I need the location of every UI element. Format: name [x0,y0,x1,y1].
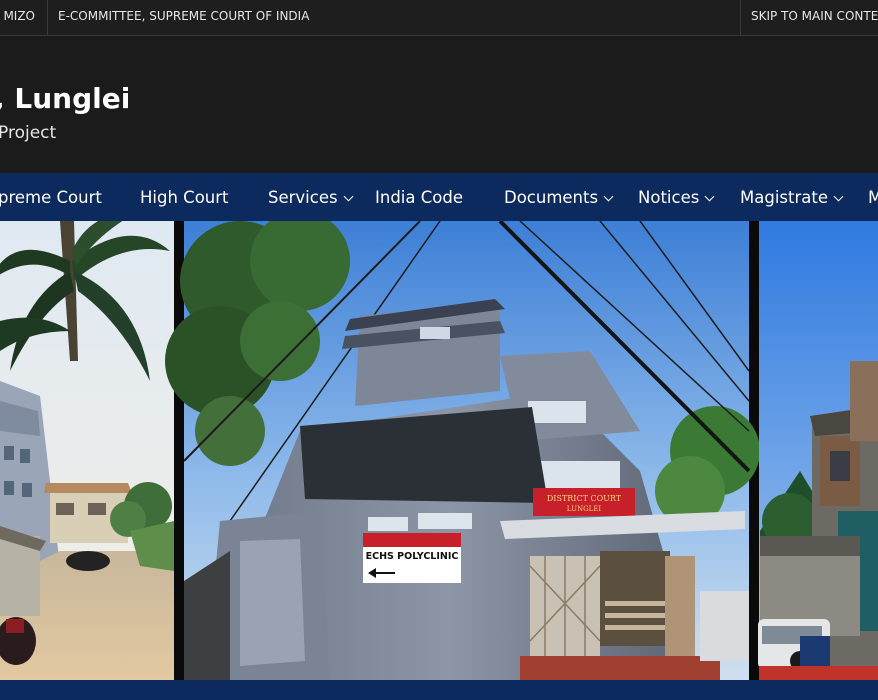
chevron-down-icon [603,191,614,202]
district-court-photo-collage: DISTRICT COURT LUNGLEI ECHS POLYCLINIC [0,221,878,680]
right-photo-panel [758,221,878,680]
site-header: , Lunglei Project [0,36,878,173]
polyclinic-sign-text: ECHS POLYCLINIC [366,551,459,562]
nav-item-label: High Court [140,188,229,207]
court-sign-line1: DISTRICT COURT [547,494,622,503]
nav-item-label: preme Court [0,188,102,207]
nav-item-label: M [868,188,878,207]
site-title[interactable]: , Lunglei [0,82,130,115]
banner-bottom-strip [0,680,878,700]
main-navigation: preme Court High Court Services India Co… [0,173,878,221]
nav-item-more[interactable]: M [868,173,878,221]
nav-item-documents[interactable]: Documents [504,173,614,221]
top-utility-bar: MIZO E-COMMITTEE, SUPREME COURT OF INDIA… [0,0,878,36]
nav-item-supreme-court[interactable]: preme Court [0,173,102,221]
nav-item-high-court[interactable]: High Court [140,173,229,221]
nav-item-label: Notices [638,188,700,207]
ecommittee-link[interactable]: E-COMMITTEE, SUPREME COURT OF INDIA [48,0,309,35]
nav-item-notices[interactable]: Notices [638,173,715,221]
language-link-mizo[interactable]: MIZO [0,0,48,35]
chevron-down-icon [704,191,715,202]
nav-item-magistrate[interactable]: Magistrate [740,173,844,221]
nav-item-label: India Code [375,188,463,207]
site-subtitle: Project [0,123,57,143]
nav-item-label: Magistrate [740,188,828,207]
nav-item-label: Documents [504,188,599,207]
court-sign-line2: LUNGLEI [567,505,602,513]
nav-item-services[interactable]: Services [268,173,354,221]
chevron-down-icon [343,191,354,202]
middle-photo-panel: DISTRICT COURT LUNGLEI ECHS POLYCLINIC [165,221,760,680]
nav-item-label: Services [268,188,338,207]
left-photo-panel [0,221,174,680]
chevron-down-icon [833,191,844,202]
nav-item-india-code[interactable]: India Code [375,173,463,221]
skip-to-main-content-link[interactable]: SKIP TO MAIN CONTENT [740,0,878,35]
hero-photo-banner: DISTRICT COURT LUNGLEI ECHS POLYCLINIC [0,221,878,680]
